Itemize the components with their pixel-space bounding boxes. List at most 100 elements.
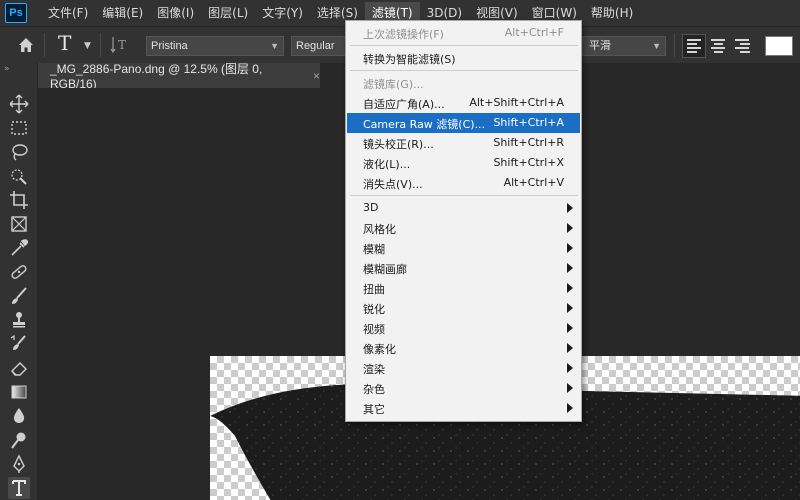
crop-tool-icon[interactable] bbox=[8, 189, 30, 211]
filter-menu-item[interactable]: 杂色 bbox=[347, 378, 580, 398]
submenu-arrow-icon bbox=[567, 363, 573, 373]
align-right-button[interactable] bbox=[730, 34, 754, 58]
filter-menu-item: 上次滤镜操作(F) Alt+Ctrl+F bbox=[347, 23, 580, 43]
align-left-button[interactable] bbox=[682, 34, 706, 58]
menu-item-label: 其它 bbox=[363, 403, 385, 416]
filter-menu-item[interactable]: 消失点(V)... Alt+Ctrl+V bbox=[347, 173, 580, 193]
submenu-arrow-icon bbox=[567, 323, 573, 333]
align-center-button[interactable] bbox=[706, 34, 730, 58]
filter-menu-item: 滤镜库(G)... bbox=[347, 73, 580, 93]
lasso-tool-icon[interactable] bbox=[8, 141, 30, 163]
quick-select-tool-icon[interactable] bbox=[8, 165, 30, 187]
blur-tool-icon[interactable] bbox=[8, 405, 30, 427]
menu-item-label: 转换为智能滤镜(S) bbox=[363, 53, 456, 66]
menu-item[interactable]: 帮助(H) bbox=[584, 2, 640, 24]
type-tool-preset-icon[interactable]: T bbox=[58, 31, 71, 55]
menu-item-label: Camera Raw 滤镜(C)... bbox=[363, 118, 486, 131]
filter-menu-item[interactable]: 像素化 bbox=[347, 338, 580, 358]
submenu-arrow-icon bbox=[567, 203, 573, 213]
submenu-arrow-icon bbox=[567, 283, 573, 293]
clone-stamp-tool-icon[interactable] bbox=[8, 309, 30, 331]
eyedropper-tool-icon[interactable] bbox=[8, 237, 30, 259]
menu-item-label: 液化(L)... bbox=[363, 158, 411, 171]
collapse-panel-icon[interactable]: » bbox=[4, 64, 10, 74]
menu-separator bbox=[350, 195, 578, 196]
menu-item[interactable]: 文字(Y) bbox=[255, 2, 310, 24]
filter-menu-item[interactable]: 3D bbox=[347, 198, 580, 218]
font-family-select[interactable]: Pristina ▼ bbox=[146, 36, 284, 56]
frame-tool-icon[interactable] bbox=[8, 213, 30, 235]
menu-separator bbox=[350, 70, 578, 71]
type-tool-icon[interactable] bbox=[8, 477, 30, 499]
filter-menu-item[interactable]: 扭曲 bbox=[347, 278, 580, 298]
text-color-swatch[interactable] bbox=[765, 36, 793, 56]
antialias-value: 平滑 bbox=[589, 40, 611, 52]
dodge-tool-icon[interactable] bbox=[8, 429, 30, 451]
menu-item-label: 风格化 bbox=[363, 223, 396, 236]
text-orientation-icon[interactable]: T bbox=[110, 33, 132, 55]
filter-menu-item[interactable]: 自适应广角(A)... Alt+Shift+Ctrl+A bbox=[347, 93, 580, 113]
options-divider bbox=[44, 33, 45, 57]
filter-menu-dropdown: 上次滤镜操作(F) Alt+Ctrl+F 转换为智能滤镜(S) 滤镜库(G)... 自适… bbox=[345, 20, 582, 422]
filter-menu-item[interactable]: 模糊 bbox=[347, 238, 580, 258]
menu-item-label: 自适应广角(A)... bbox=[363, 98, 445, 111]
submenu-arrow-icon bbox=[567, 243, 573, 253]
filter-menu-item[interactable]: 镜头校正(R)... Shift+Ctrl+R bbox=[347, 133, 580, 153]
close-icon[interactable]: × bbox=[313, 69, 320, 83]
menu-item[interactable]: 图层(L) bbox=[201, 2, 255, 24]
font-family-value: Pristina bbox=[151, 40, 188, 52]
filter-menu-item[interactable]: Camera Raw 滤镜(C)... Shift+Ctrl+A bbox=[347, 113, 580, 133]
history-brush-tool-icon[interactable] bbox=[8, 333, 30, 355]
text-align-group bbox=[682, 34, 754, 58]
filter-menu-item[interactable]: 视频 bbox=[347, 318, 580, 338]
marquee-tool-icon[interactable] bbox=[8, 117, 30, 139]
font-style-select[interactable]: Regular bbox=[291, 36, 345, 56]
submenu-arrow-icon bbox=[567, 303, 573, 313]
pen-tool-icon[interactable] bbox=[8, 453, 30, 475]
submenu-arrow-icon bbox=[567, 383, 573, 393]
eraser-tool-icon[interactable] bbox=[8, 357, 30, 379]
menu-item[interactable]: 编辑(E) bbox=[95, 2, 150, 24]
menu-item-label: 消失点(V)... bbox=[363, 178, 423, 191]
menu-item-label: 滤镜库(G)... bbox=[363, 78, 424, 91]
brush-tool-icon[interactable] bbox=[8, 285, 30, 307]
menu-item-shortcut: Shift+Ctrl+R bbox=[493, 136, 564, 149]
filter-menu-item[interactable]: 转换为智能滤镜(S) bbox=[347, 48, 580, 68]
menu-item-label: 3D bbox=[363, 201, 379, 214]
submenu-arrow-icon bbox=[567, 403, 573, 413]
submenu-arrow-icon bbox=[567, 223, 573, 233]
filter-menu-item[interactable]: 其它 bbox=[347, 398, 580, 418]
menu-item-shortcut: Alt+Shift+Ctrl+A bbox=[469, 96, 564, 109]
menu-item-label: 上次滤镜操作(F) bbox=[363, 28, 444, 41]
tools-panel: » bbox=[0, 63, 38, 500]
filter-menu-item[interactable]: 液化(L)... Shift+Ctrl+X bbox=[347, 153, 580, 173]
submenu-arrow-icon bbox=[567, 263, 573, 273]
menu-item[interactable]: 文件(F) bbox=[41, 2, 95, 24]
filter-menu-item[interactable]: 渲染 bbox=[347, 358, 580, 378]
menu-item-shortcut: Alt+Ctrl+V bbox=[503, 176, 564, 189]
chevron-down-icon[interactable]: ▼ bbox=[84, 41, 91, 51]
document-tab[interactable]: _MG_2886-Pano.dng @ 12.5% (图层 0, RGB/16)… bbox=[38, 62, 320, 91]
options-divider bbox=[100, 33, 101, 57]
chevron-down-icon: ▼ bbox=[270, 41, 279, 51]
antialias-select[interactable]: 平滑 ▼ bbox=[582, 36, 666, 56]
menu-item-label: 模糊画廊 bbox=[363, 263, 407, 276]
menu-item-label: 锐化 bbox=[363, 303, 385, 316]
move-tool-icon[interactable] bbox=[8, 93, 30, 115]
filter-menu-item[interactable]: 风格化 bbox=[347, 218, 580, 238]
menu-item-shortcut: Shift+Ctrl+X bbox=[493, 156, 564, 169]
filter-menu-item[interactable]: 锐化 bbox=[347, 298, 580, 318]
chevron-down-icon: ▼ bbox=[652, 41, 661, 51]
menu-item-label: 扭曲 bbox=[363, 283, 385, 296]
photoshop-logo: Ps bbox=[5, 3, 27, 23]
menu-item-label: 渲染 bbox=[363, 363, 385, 376]
menu-item[interactable]: 图像(I) bbox=[150, 2, 201, 24]
gradient-tool-icon[interactable] bbox=[8, 381, 30, 403]
menu-item-shortcut: Alt+Ctrl+F bbox=[504, 26, 564, 39]
home-icon[interactable] bbox=[16, 35, 36, 55]
menu-item-label: 杂色 bbox=[363, 383, 385, 396]
options-divider bbox=[674, 33, 675, 57]
menu-item-label: 像素化 bbox=[363, 343, 396, 356]
healing-brush-tool-icon[interactable] bbox=[8, 261, 30, 283]
filter-menu-item[interactable]: 模糊画廊 bbox=[347, 258, 580, 278]
